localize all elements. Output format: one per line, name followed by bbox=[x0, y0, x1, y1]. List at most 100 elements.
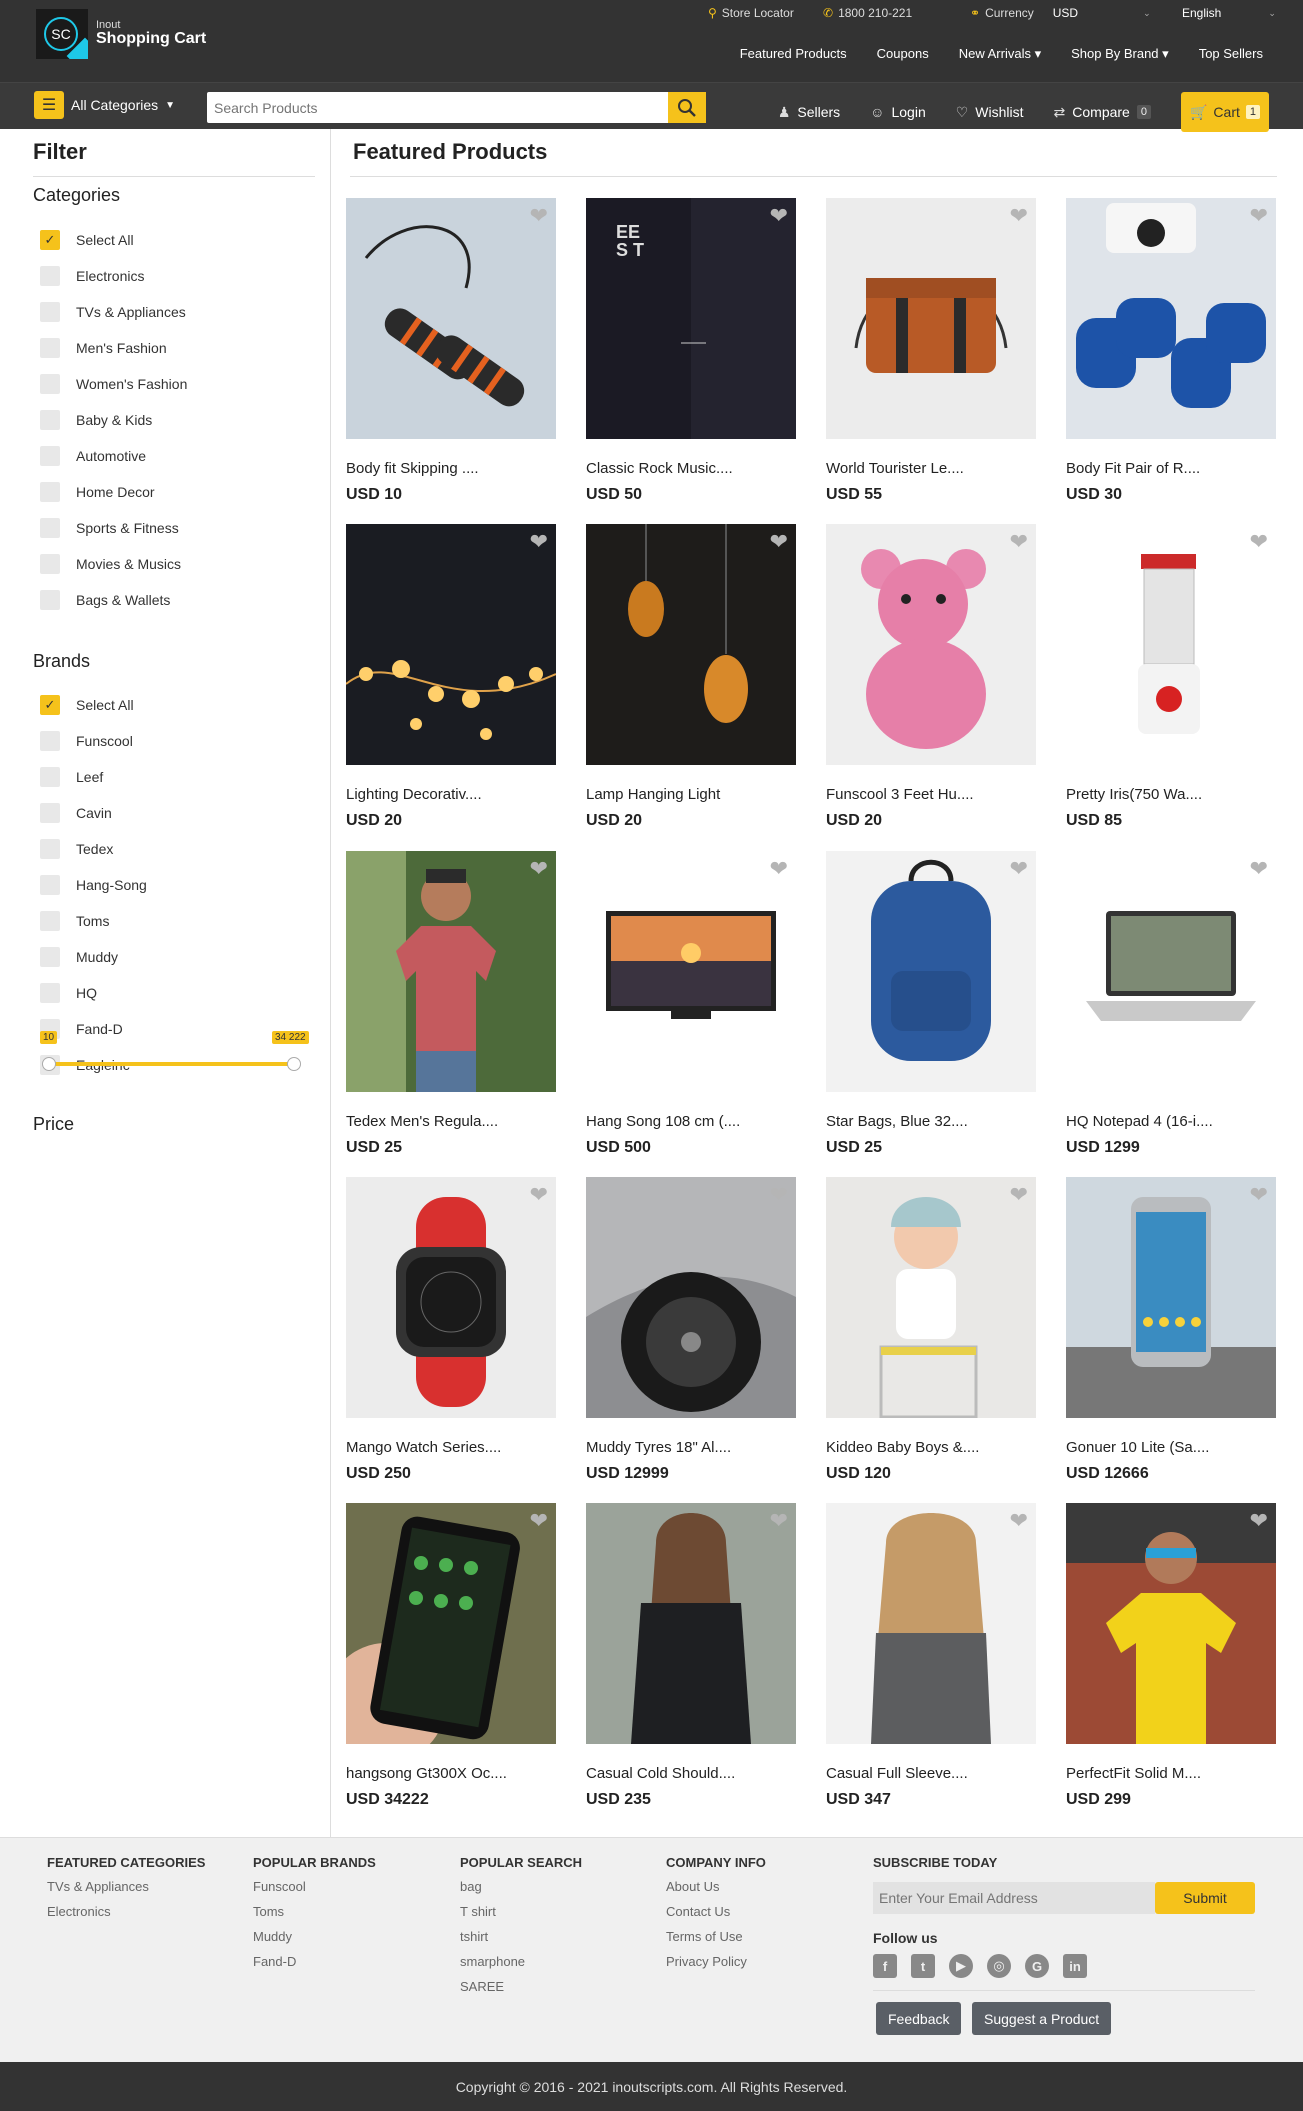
instagram-icon[interactable]: ◎ bbox=[987, 1954, 1011, 1978]
nav-featured-products[interactable]: Featured Products bbox=[740, 46, 847, 62]
wishlist-link[interactable]: ♡ Wishlist bbox=[956, 104, 1024, 121]
wishlist-heart-icon[interactable]: ❤ bbox=[530, 205, 548, 227]
product-image[interactable]: EE S T ❤ bbox=[586, 198, 796, 439]
product-card[interactable]: ❤ Lamp Hanging Light USD 20 bbox=[586, 524, 796, 829]
wishlist-heart-icon[interactable]: ❤ bbox=[1250, 531, 1268, 553]
product-name[interactable]: Casual Cold Should.... bbox=[586, 1765, 735, 1782]
product-image[interactable]: ❤ bbox=[1066, 851, 1276, 1092]
wishlist-heart-icon[interactable]: ❤ bbox=[530, 1184, 548, 1206]
category-filter-item[interactable]: Movies & Musics bbox=[40, 546, 187, 582]
brand-filter-item[interactable]: Leef bbox=[40, 759, 147, 795]
checkbox[interactable] bbox=[40, 338, 60, 358]
checkbox[interactable] bbox=[40, 983, 60, 1003]
product-name[interactable]: Funscool 3 Feet Hu.... bbox=[826, 786, 974, 803]
brand-filter-item[interactable]: Tedex bbox=[40, 831, 147, 867]
category-filter-item[interactable]: Electronics bbox=[40, 258, 187, 294]
footer-link[interactable]: Funscool bbox=[253, 1879, 376, 1904]
nav-new-arrivals[interactable]: New Arrivals ▾ bbox=[959, 46, 1041, 62]
product-image[interactable]: ❤ bbox=[826, 1177, 1036, 1418]
wishlist-heart-icon[interactable]: ❤ bbox=[1010, 858, 1028, 880]
footer-link[interactable]: TVs & Appliances bbox=[47, 1879, 205, 1904]
twitter-icon[interactable]: t bbox=[911, 1954, 935, 1978]
wishlist-heart-icon[interactable]: ❤ bbox=[770, 531, 788, 553]
wishlist-heart-icon[interactable]: ❤ bbox=[770, 1184, 788, 1206]
brand-filter-item[interactable]: ✓ Select All bbox=[40, 687, 147, 723]
footer-link[interactable]: About Us bbox=[666, 1879, 766, 1904]
subscribe-email-input[interactable] bbox=[873, 1882, 1155, 1914]
wishlist-heart-icon[interactable]: ❤ bbox=[1010, 1510, 1028, 1532]
wishlist-heart-icon[interactable]: ❤ bbox=[1250, 205, 1268, 227]
brand-filter-item[interactable]: Muddy bbox=[40, 939, 147, 975]
wishlist-heart-icon[interactable]: ❤ bbox=[1010, 205, 1028, 227]
wishlist-heart-icon[interactable]: ❤ bbox=[1250, 858, 1268, 880]
product-image[interactable]: ❤ bbox=[826, 851, 1036, 1092]
checkbox[interactable] bbox=[40, 266, 60, 286]
product-image[interactable]: ❤ bbox=[586, 524, 796, 765]
footer-link[interactable]: SAREE bbox=[460, 1979, 582, 2004]
facebook-icon[interactable]: f bbox=[873, 1954, 897, 1978]
wishlist-heart-icon[interactable]: ❤ bbox=[770, 205, 788, 227]
product-card[interactable]: ❤ World Tourister Le.... USD 55 bbox=[826, 198, 1036, 503]
currency-selector[interactable]: ⚭ Currency USD ⌄ bbox=[970, 6, 1151, 20]
product-card[interactable]: ❤ Body fit Skipping .... USD 10 bbox=[346, 198, 556, 503]
store-locator-link[interactable]: ⚲ Store Locator bbox=[708, 6, 794, 20]
product-name[interactable]: Lighting Decorativ.... bbox=[346, 786, 482, 803]
category-filter-item[interactable]: Men's Fashion bbox=[40, 330, 187, 366]
product-name[interactable]: Lamp Hanging Light bbox=[586, 786, 720, 803]
product-image[interactable]: ❤ bbox=[826, 1503, 1036, 1744]
wishlist-heart-icon[interactable]: ❤ bbox=[530, 858, 548, 880]
footer-link[interactable]: Muddy bbox=[253, 1929, 376, 1954]
product-card[interactable]: ❤ hangsong Gt300X Oc.... USD 34222 bbox=[346, 1503, 556, 1808]
product-image[interactable]: ❤ bbox=[346, 1177, 556, 1418]
wishlist-heart-icon[interactable]: ❤ bbox=[770, 858, 788, 880]
product-image[interactable]: ❤ bbox=[826, 524, 1036, 765]
site-logo[interactable]: SC Inout Shopping Cart bbox=[36, 9, 206, 59]
wishlist-heart-icon[interactable]: ❤ bbox=[530, 1510, 548, 1532]
login-link[interactable]: ☺ Login bbox=[870, 104, 926, 120]
product-card[interactable]: ❤ Pretty Iris(750 Wa.... USD 85 bbox=[1066, 524, 1276, 829]
footer-link[interactable]: smarphone bbox=[460, 1954, 582, 1979]
checkbox[interactable] bbox=[40, 302, 60, 322]
checkbox[interactable] bbox=[40, 446, 60, 466]
feedback-button[interactable]: Feedback bbox=[876, 2002, 962, 2035]
product-image[interactable]: ❤ bbox=[586, 1503, 796, 1744]
checkbox[interactable]: ✓ bbox=[40, 230, 60, 250]
footer-link[interactable]: Toms bbox=[253, 1904, 376, 1929]
product-image[interactable]: ❤ bbox=[346, 198, 556, 439]
product-card[interactable]: ❤ Muddy Tyres 18" Al.... USD 12999 bbox=[586, 1177, 796, 1482]
product-name[interactable]: World Tourister Le.... bbox=[826, 460, 964, 477]
product-name[interactable]: Hang Song 108 cm (.... bbox=[586, 1113, 740, 1130]
checkbox[interactable] bbox=[40, 875, 60, 895]
category-filter-item[interactable]: TVs & Appliances bbox=[40, 294, 187, 330]
product-card[interactable]: ❤ Casual Cold Should.... USD 235 bbox=[586, 1503, 796, 1808]
product-card[interactable]: ❤ HQ Notepad 4 (16-i.... USD 1299 bbox=[1066, 851, 1276, 1156]
product-name[interactable]: HQ Notepad 4 (16-i.... bbox=[1066, 1113, 1213, 1130]
product-card[interactable]: ❤ PerfectFit Solid M.... USD 299 bbox=[1066, 1503, 1276, 1808]
checkbox[interactable] bbox=[40, 590, 60, 610]
wishlist-heart-icon[interactable]: ❤ bbox=[770, 1510, 788, 1532]
checkbox[interactable] bbox=[40, 803, 60, 823]
product-name[interactable]: Body fit Skipping .... bbox=[346, 460, 479, 477]
suggest-product-button[interactable]: Suggest a Product bbox=[972, 2002, 1112, 2035]
nav-shop-by-brand[interactable]: Shop By Brand ▾ bbox=[1071, 46, 1169, 62]
footer-link[interactable]: tshirt bbox=[460, 1929, 582, 1954]
category-filter-item[interactable]: Home Decor bbox=[40, 474, 187, 510]
product-name[interactable]: Casual Full Sleeve.... bbox=[826, 1765, 968, 1782]
compare-link[interactable]: ⇄ Compare 0 bbox=[1054, 104, 1151, 121]
checkbox[interactable] bbox=[40, 731, 60, 751]
product-image[interactable]: ❤ bbox=[1066, 524, 1276, 765]
checkbox[interactable] bbox=[40, 554, 60, 574]
category-filter-item[interactable]: Automotive bbox=[40, 438, 187, 474]
product-image[interactable]: ❤ bbox=[586, 851, 796, 1092]
footer-link[interactable]: Electronics bbox=[47, 1904, 205, 1929]
product-card[interactable]: ❤ Mango Watch Series.... USD 250 bbox=[346, 1177, 556, 1482]
category-filter-item[interactable]: Women's Fashion bbox=[40, 366, 187, 402]
product-card[interactable]: ❤ Tedex Men's Regula.... USD 25 bbox=[346, 851, 556, 1156]
brand-filter-item[interactable]: Funscool bbox=[40, 723, 147, 759]
price-max-handle[interactable] bbox=[287, 1057, 301, 1071]
product-name[interactable]: Kiddeo Baby Boys &.... bbox=[826, 1439, 979, 1456]
product-card[interactable]: EE S T ❤ Classic Rock Music.... USD 50 bbox=[586, 198, 796, 503]
product-image[interactable]: ❤ bbox=[1066, 1503, 1276, 1744]
product-image[interactable]: ❤ bbox=[826, 198, 1036, 439]
product-image[interactable]: ❤ bbox=[346, 1503, 556, 1744]
